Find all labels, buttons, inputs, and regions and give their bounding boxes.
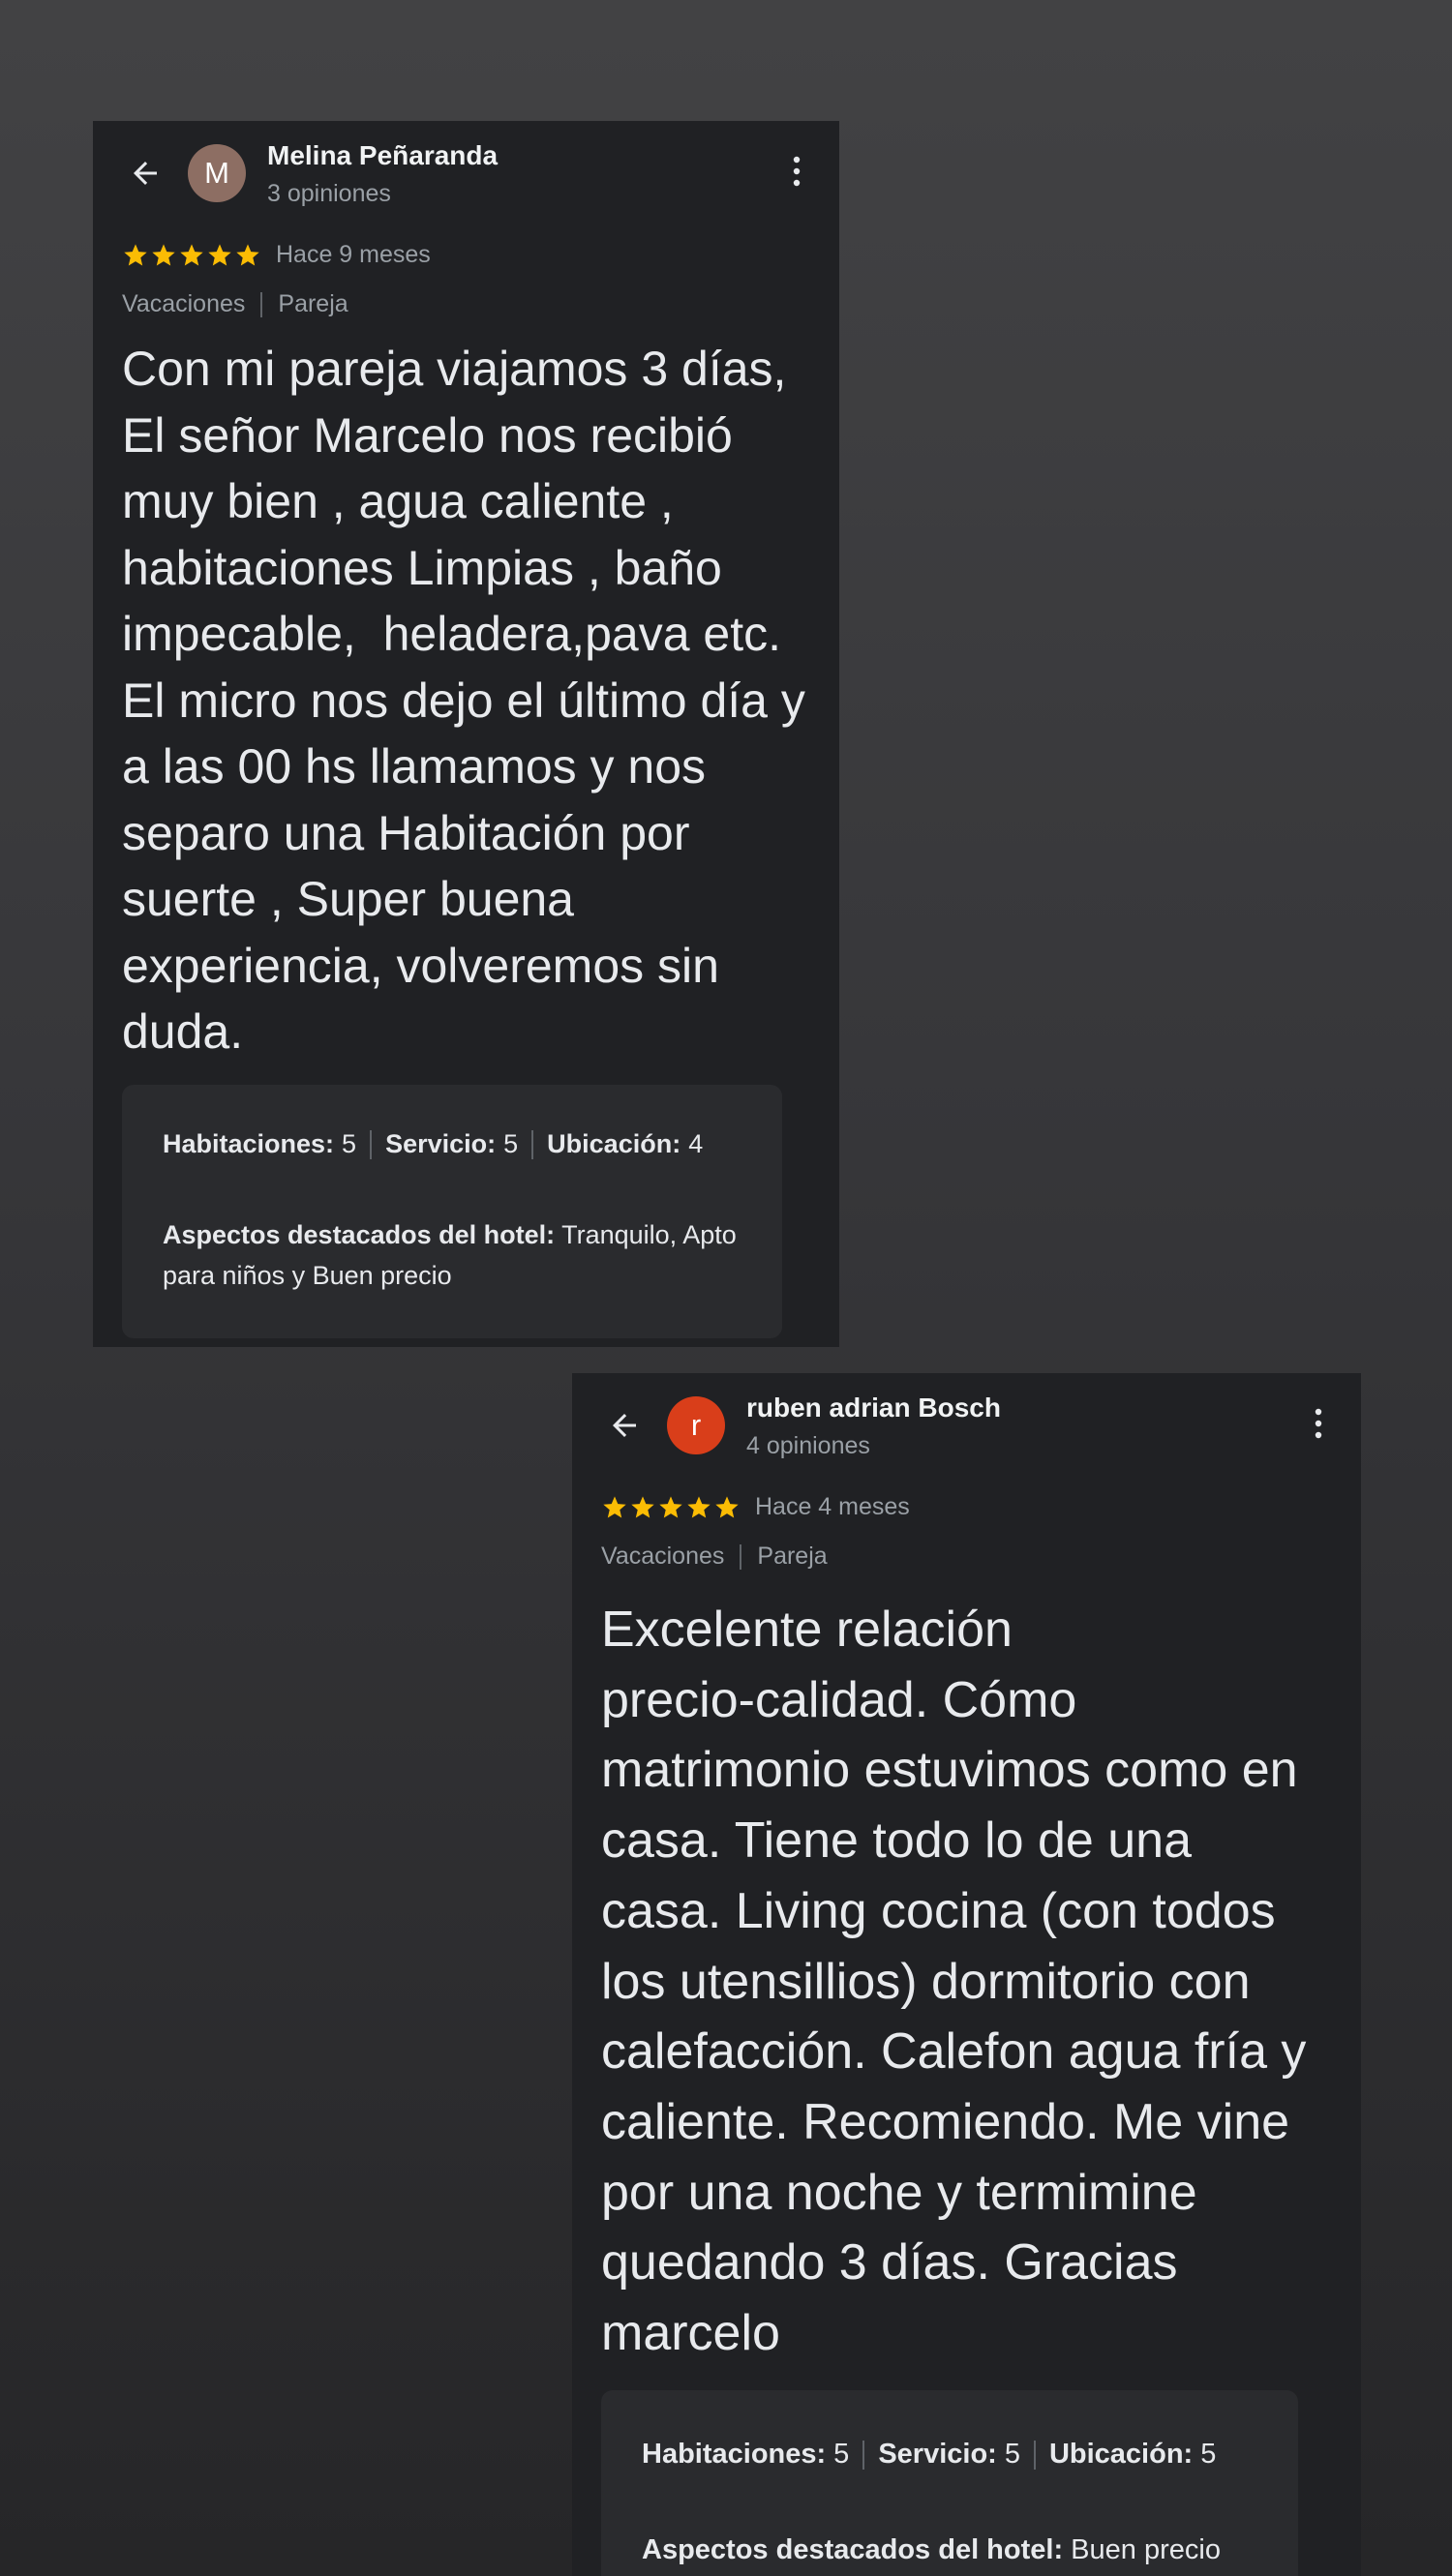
arrow-back-icon — [613, 1414, 636, 1437]
rooms-rating: Habitaciones: 5 — [163, 1129, 357, 1158]
star-icon — [152, 243, 175, 265]
star-rating — [601, 1494, 741, 1521]
more-options-button[interactable] — [773, 142, 820, 200]
location-rating: Ubicación: 4 — [547, 1129, 704, 1158]
rooms-rating: Habitaciones: 5 — [642, 2439, 850, 2470]
author-review-count: 4 opiniones — [746, 1432, 870, 1459]
review-details-box: Habitaciones: 5 Servicio: 5 Ubicación: 5 As… — [601, 2390, 1298, 2576]
arrow-back-icon — [134, 162, 157, 185]
rating-row: Hace 9 meses — [122, 241, 431, 269]
rating-row: Hace 4 meses — [601, 1493, 910, 1521]
category-ratings: Habitaciones: 5 Servicio: 5 Ubicación: 5 — [642, 2439, 1216, 2471]
review-card: M Melina Peñaranda 3 opiniones Hace 9 me… — [93, 121, 839, 1347]
travel-group-tag: Pareja — [757, 1543, 828, 1570]
category-ratings: Habitaciones: 5 Servicio: 5 Ubicación: 4 — [163, 1129, 703, 1159]
avatar[interactable]: M — [188, 144, 246, 202]
review-header: r ruben adrian Bosch 4 opiniones — [572, 1373, 1361, 1480]
back-button[interactable] — [597, 1398, 651, 1453]
trip-tags: Vacaciones Pareja — [601, 1543, 828, 1571]
star-icon — [603, 1495, 626, 1517]
review-header: M Melina Peñaranda 3 opiniones — [93, 121, 839, 227]
review-date: Hace 9 meses — [276, 241, 431, 268]
back-button[interactable] — [118, 146, 172, 200]
divider — [260, 291, 263, 317]
review-date: Hace 4 meses — [755, 1493, 910, 1520]
hotel-highlights: Aspectos destacados del hotel: Buen prec… — [642, 2534, 1221, 2565]
divider — [531, 1129, 534, 1159]
divider — [862, 2440, 865, 2470]
service-rating: Servicio: 5 — [385, 1129, 519, 1158]
star-icon — [208, 243, 231, 265]
star-icon — [124, 243, 147, 265]
more-vert-icon — [1315, 1408, 1322, 1439]
divider — [370, 1129, 373, 1159]
service-rating: Servicio: 5 — [878, 2439, 1020, 2470]
author-name[interactable]: ruben adrian Bosch — [746, 1393, 1001, 1423]
star-icon — [687, 1495, 711, 1517]
travel-group-tag: Pareja — [278, 290, 348, 317]
star-icon — [659, 1495, 682, 1517]
review-text: Con mi pareja viajamos 3 días, El señor … — [122, 342, 805, 1059]
trip-tags: Vacaciones Pareja — [122, 290, 348, 318]
star-icon — [715, 1495, 739, 1517]
trip-type-tag: Vacaciones — [601, 1543, 725, 1570]
star-icon — [631, 1495, 654, 1517]
more-vert-icon — [793, 156, 801, 187]
trip-type-tag: Vacaciones — [122, 290, 246, 317]
review-text: Excelente relación precio-calidad. Cómo … — [601, 1602, 1307, 2362]
hotel-highlights: Aspectos destacados del hotel: Tranquilo… — [163, 1220, 737, 1290]
author-review-count: 3 opiniones — [267, 180, 391, 207]
divider — [740, 1543, 742, 1570]
avatar[interactable]: r — [667, 1396, 725, 1454]
star-icon — [180, 243, 203, 265]
more-options-button[interactable] — [1295, 1394, 1342, 1453]
star-rating — [122, 242, 262, 269]
divider — [1033, 2440, 1036, 2470]
star-icon — [236, 243, 259, 265]
location-rating: Ubicación: 5 — [1048, 2439, 1217, 2470]
author-name[interactable]: Melina Peñaranda — [267, 140, 498, 171]
review-card: r ruben adrian Bosch 4 opiniones Hace 4 … — [572, 1373, 1361, 2576]
review-details-box: Habitaciones: 5 Servicio: 5 Ubicación: 4 As… — [122, 1085, 782, 1338]
